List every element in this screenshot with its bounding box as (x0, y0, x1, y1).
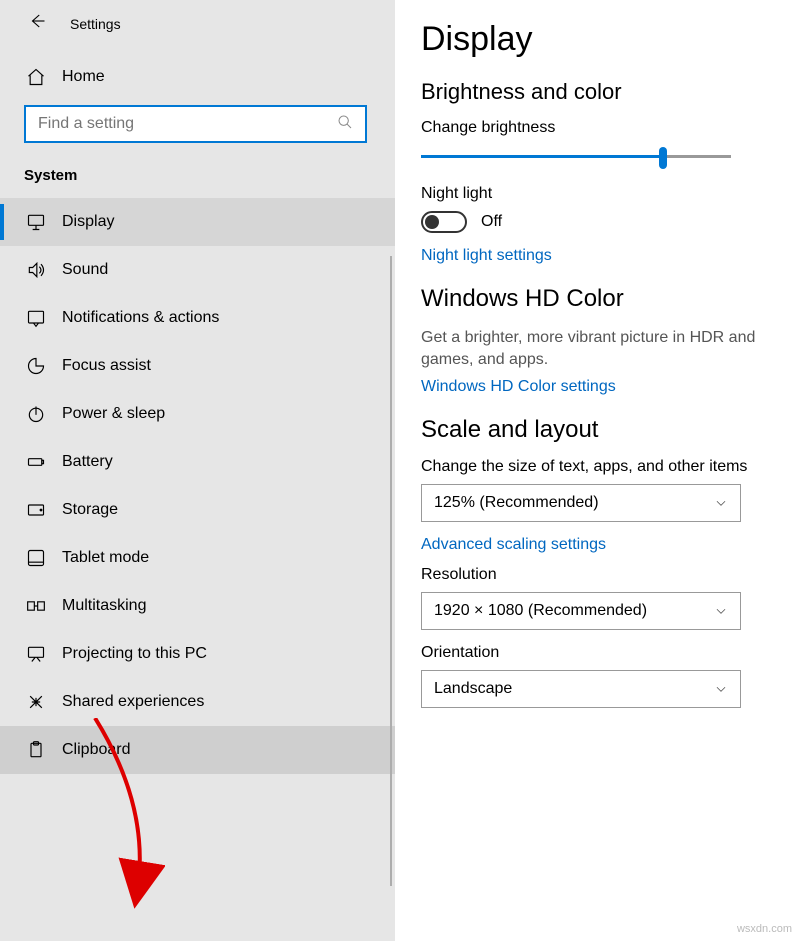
sidebar-item-power-sleep[interactable]: Power & sleep (0, 390, 395, 438)
tablet-icon (26, 548, 46, 568)
battery-icon (26, 452, 46, 472)
display-icon (26, 212, 46, 232)
orientation-value: Landscape (434, 680, 512, 698)
search-input-wrapper[interactable] (24, 105, 367, 143)
nightlight-state: Off (481, 213, 502, 231)
search-input[interactable] (38, 115, 337, 133)
sidebar-item-label: Battery (62, 453, 113, 471)
home-icon (26, 67, 46, 87)
home-button[interactable]: Home (0, 43, 395, 101)
sidebar-item-label: Tablet mode (62, 549, 149, 567)
hd-color-link[interactable]: Windows HD Color settings (421, 378, 800, 396)
search-icon (337, 114, 353, 135)
brightness-label: Change brightness (421, 119, 800, 137)
sidebar-scrollbar[interactable] (390, 256, 392, 886)
chevron-down-icon (714, 496, 728, 510)
sidebar-item-label: Clipboard (62, 741, 130, 759)
clipboard-icon (26, 740, 46, 760)
resolution-value: 1920 × 1080 (Recommended) (434, 602, 647, 620)
orientation-dropdown[interactable]: Landscape (421, 670, 741, 708)
section-brightness-title: Brightness and color (421, 79, 800, 105)
sidebar-item-label: Focus assist (62, 357, 151, 375)
storage-icon (26, 500, 46, 520)
sidebar-item-label: Multitasking (62, 597, 146, 615)
watermark: wsxdn.com (737, 923, 792, 935)
hd-color-title: Windows HD Color (421, 285, 800, 313)
sidebar-item-label: Projecting to this PC (62, 645, 207, 663)
shared-icon (26, 692, 46, 712)
home-label: Home (62, 68, 105, 86)
sidebar-item-sound[interactable]: Sound (0, 246, 395, 294)
hd-color-description: Get a brighter, more vibrant picture in … (421, 327, 800, 372)
sidebar-item-shared-experiences[interactable]: Shared experiences (0, 678, 395, 726)
sidebar-item-label: Notifications & actions (62, 309, 219, 327)
sidebar-item-storage[interactable]: Storage (0, 486, 395, 534)
sidebar-item-notifications[interactable]: Notifications & actions (0, 294, 395, 342)
sidebar: Settings Home System Display Sound Notif… (0, 0, 395, 941)
back-icon[interactable] (28, 12, 46, 35)
advanced-scaling-link[interactable]: Advanced scaling settings (421, 536, 800, 554)
sidebar-item-label: Power & sleep (62, 405, 165, 423)
multitask-icon (26, 596, 46, 616)
sidebar-item-tablet-mode[interactable]: Tablet mode (0, 534, 395, 582)
sidebar-item-battery[interactable]: Battery (0, 438, 395, 486)
sound-icon (26, 260, 46, 280)
notifications-icon (26, 308, 46, 328)
sidebar-item-focus-assist[interactable]: Focus assist (0, 342, 395, 390)
page-title: Display (421, 20, 800, 59)
nightlight-settings-link[interactable]: Night light settings (421, 247, 800, 265)
category-label: System (0, 161, 395, 198)
scale-value: 125% (Recommended) (434, 494, 599, 512)
scale-dropdown[interactable]: 125% (Recommended) (421, 484, 741, 522)
orientation-label: Orientation (421, 644, 800, 662)
main-content: Display Brightness and color Change brig… (395, 0, 800, 941)
focus-icon (26, 356, 46, 376)
scale-layout-title: Scale and layout (421, 416, 800, 444)
sidebar-item-label: Shared experiences (62, 693, 204, 711)
sidebar-item-multitasking[interactable]: Multitasking (0, 582, 395, 630)
chevron-down-icon (714, 682, 728, 696)
sidebar-item-label: Storage (62, 501, 118, 519)
scale-label: Change the size of text, apps, and other… (421, 458, 800, 476)
brightness-slider[interactable] (421, 145, 731, 169)
slider-thumb[interactable] (659, 147, 667, 169)
resolution-dropdown[interactable]: 1920 × 1080 (Recommended) (421, 592, 741, 630)
sidebar-item-display[interactable]: Display (0, 198, 395, 246)
resolution-label: Resolution (421, 566, 800, 584)
power-icon (26, 404, 46, 424)
sidebar-item-label: Sound (62, 261, 108, 279)
chevron-down-icon (714, 604, 728, 618)
nightlight-label: Night light (421, 185, 800, 203)
nightlight-toggle[interactable] (421, 211, 467, 233)
projecting-icon (26, 644, 46, 664)
sidebar-item-label: Display (62, 213, 114, 231)
sidebar-item-projecting[interactable]: Projecting to this PC (0, 630, 395, 678)
sidebar-item-clipboard[interactable]: Clipboard (0, 726, 395, 774)
window-title: Settings (70, 16, 121, 32)
